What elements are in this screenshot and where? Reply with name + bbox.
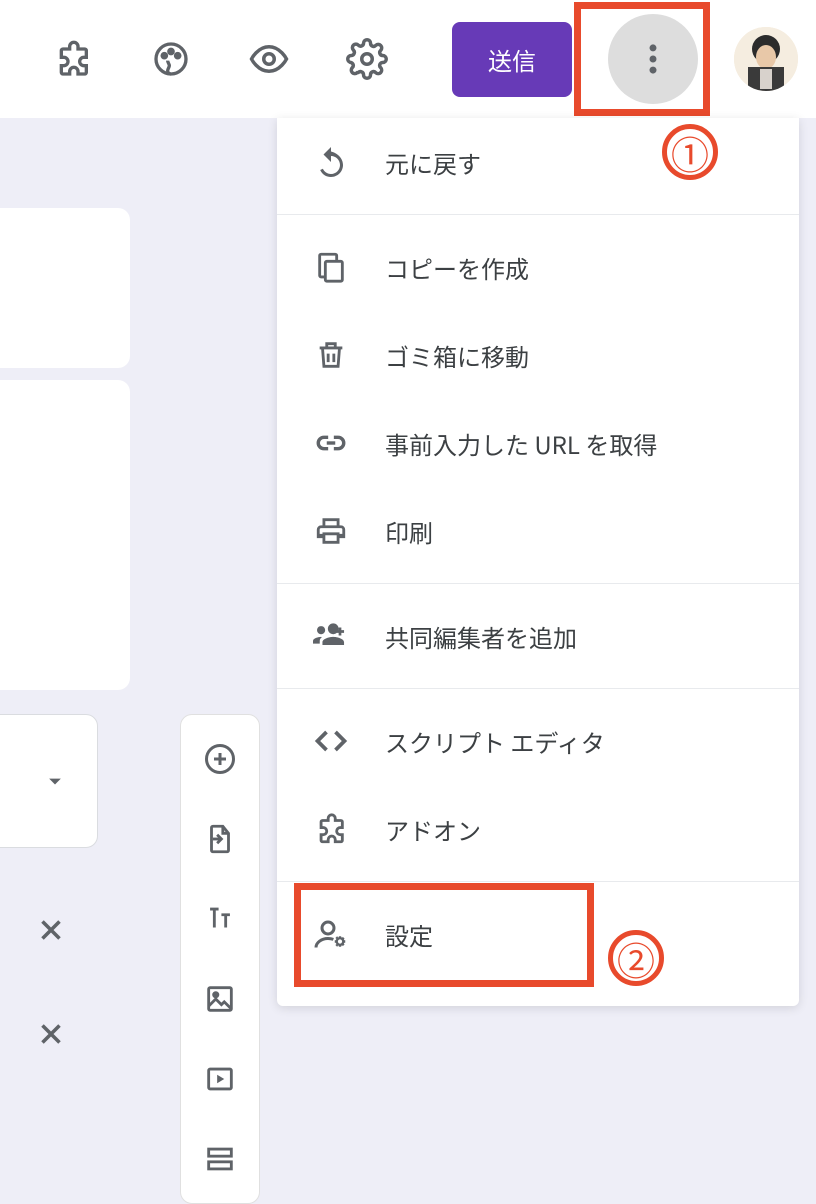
undo-icon xyxy=(311,142,351,182)
menu-item-make-copy[interactable]: コピーを作成 xyxy=(277,223,799,311)
menu-label: コピーを作成 xyxy=(385,250,529,285)
annotation-highlight-2 xyxy=(294,883,594,987)
preview-icon[interactable] xyxy=(246,36,292,82)
add-collaborator-icon xyxy=(311,616,351,656)
code-icon xyxy=(311,721,351,761)
background-card xyxy=(0,208,130,368)
menu-label: 印刷 xyxy=(385,514,433,549)
annotation-badge-2: ② xyxy=(608,930,664,986)
link-icon xyxy=(311,423,351,463)
addons-icon[interactable] xyxy=(50,36,96,82)
menu-item-add-collaborators[interactable]: 共同編集者を追加 xyxy=(277,592,799,680)
theme-icon[interactable] xyxy=(148,36,194,82)
floating-toolbar xyxy=(180,714,260,1204)
add-video-icon[interactable] xyxy=(200,1059,240,1099)
addon-puzzle-icon xyxy=(311,809,351,849)
more-menu-dropdown: 元に戻す コピーを作成 ゴミ箱に移動 事前入力した URL を取得 印刷 共同編… xyxy=(277,118,799,1006)
toolbar-icons-group xyxy=(18,36,390,82)
print-icon xyxy=(311,511,351,551)
add-title-icon[interactable] xyxy=(200,899,240,939)
add-section-icon[interactable] xyxy=(200,1139,240,1179)
profile-avatar[interactable] xyxy=(734,27,798,91)
add-image-icon[interactable] xyxy=(200,979,240,1019)
copy-icon xyxy=(311,247,351,287)
menu-label: 事前入力した URL を取得 xyxy=(385,426,657,461)
import-questions-icon[interactable] xyxy=(200,819,240,859)
menu-item-addons[interactable]: アドオン xyxy=(277,785,799,873)
dropdown-card[interactable] xyxy=(0,714,98,848)
close-icon[interactable] xyxy=(34,906,68,958)
settings-gear-icon[interactable] xyxy=(344,36,390,82)
menu-label: 元に戻す xyxy=(385,145,481,180)
menu-label: スクリプト エディタ xyxy=(385,724,605,759)
menu-item-move-to-trash[interactable]: ゴミ箱に移動 xyxy=(277,311,799,399)
menu-item-print[interactable]: 印刷 xyxy=(277,487,799,575)
menu-label: 共同編集者を追加 xyxy=(385,619,577,654)
add-question-icon[interactable] xyxy=(200,739,240,779)
menu-label: ゴミ箱に移動 xyxy=(385,338,529,373)
annotation-badge-1: ① xyxy=(662,124,718,180)
close-icon[interactable] xyxy=(34,1010,68,1062)
menu-item-get-prefilled-url[interactable]: 事前入力した URL を取得 xyxy=(277,399,799,487)
send-button[interactable]: 送信 xyxy=(452,22,572,97)
background-card xyxy=(0,380,130,690)
menu-item-script-editor[interactable]: スクリプト エディタ xyxy=(277,697,799,785)
menu-item-undo[interactable]: 元に戻す xyxy=(277,118,799,206)
menu-label: アドオン xyxy=(385,812,481,847)
annotation-highlight-1 xyxy=(574,2,710,116)
trash-icon xyxy=(311,335,351,375)
